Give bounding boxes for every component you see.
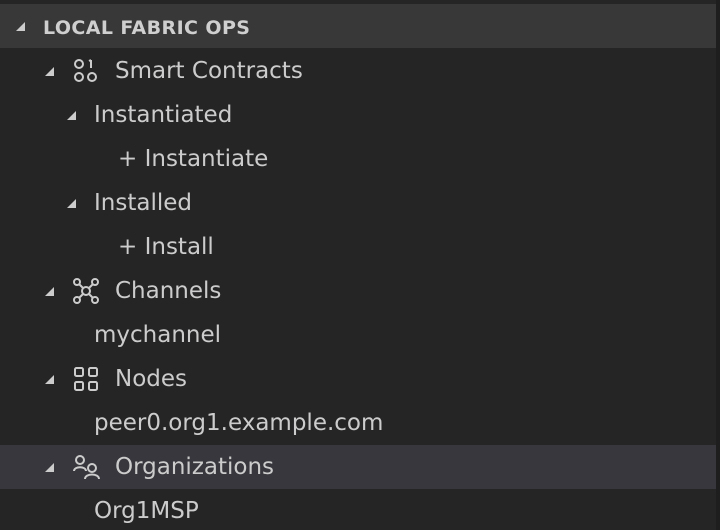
instantiate-action-label: + Instantiate (118, 146, 269, 172)
tree-item-channel[interactable]: mychannel (0, 313, 716, 357)
tree-item-label: Organizations (115, 454, 275, 480)
tree-item-label: Smart Contracts (115, 58, 303, 84)
chevron-down-icon[interactable] (43, 65, 55, 77)
tree-item-install-action[interactable]: + Install (0, 225, 716, 269)
fabric-ops-panel: LOCAL FABRIC OPS Smart Contracts Instant… (0, 0, 720, 530)
tree-item-nodes[interactable]: Nodes (0, 357, 716, 401)
channels-network-icon (72, 277, 100, 305)
chevron-down-icon[interactable] (14, 20, 26, 32)
install-action-label: + Install (118, 234, 214, 260)
organization-label: Org1MSP (94, 498, 199, 524)
chevron-down-icon[interactable] (65, 197, 77, 209)
chevron-down-icon[interactable] (43, 461, 55, 473)
chevron-down-icon[interactable] (43, 285, 55, 297)
chevron-down-icon[interactable] (65, 109, 77, 121)
section-title: LOCAL FABRIC OPS (43, 17, 251, 39)
organizations-people-icon (72, 453, 100, 481)
panel-edge (716, 0, 720, 530)
nodes-grid-icon (72, 365, 100, 393)
tree-item-instantiate-action[interactable]: + Instantiate (0, 137, 716, 181)
channel-label: mychannel (94, 322, 222, 348)
tree-item-label: Instantiated (94, 102, 233, 128)
tree-item-instantiated[interactable]: Instantiated (0, 93, 716, 137)
tree-item-smart-contracts[interactable]: Smart Contracts (0, 49, 716, 93)
tree-item-installed[interactable]: Installed (0, 181, 716, 225)
tree-item-organizations[interactable]: Organizations (0, 445, 716, 489)
tree-item-organization[interactable]: Org1MSP (0, 489, 716, 530)
tree-item-node[interactable]: peer0.org1.example.com (0, 401, 716, 445)
tree-item-label: Installed (94, 190, 192, 216)
node-label: peer0.org1.example.com (94, 410, 384, 436)
tree-item-channels[interactable]: Channels (0, 269, 716, 313)
section-header-local-fabric-ops[interactable]: LOCAL FABRIC OPS (0, 4, 716, 48)
tree-item-label: Channels (115, 278, 222, 304)
tree-item-label: Nodes (115, 366, 188, 392)
chevron-down-icon[interactable] (43, 373, 55, 385)
smart-contracts-icon (72, 57, 100, 85)
